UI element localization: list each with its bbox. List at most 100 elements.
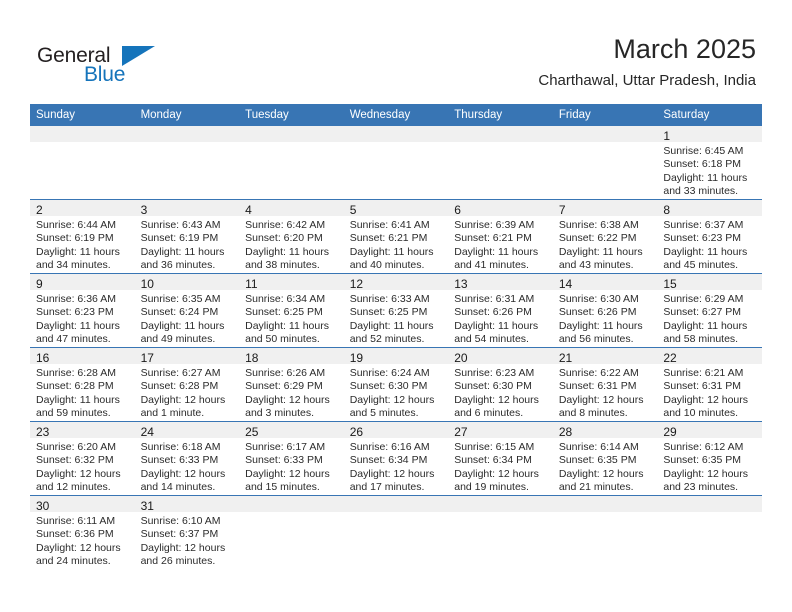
page-title: March 2025 [613, 34, 756, 64]
daylight-text: Daylight: 11 hours and 43 minutes. [558, 245, 643, 272]
weekday-header-thursday: Thursday [448, 104, 553, 126]
calendar-day-cell[interactable]: 20 Sunrise: 6:23 AM Sunset: 6:30 PM Dayligh… [448, 347, 553, 422]
sunset-text: Sunset: 6:31 PM [663, 380, 742, 393]
calendar-body: 1 Sunrise: 6:45 AM Sunset: 6:18 PM Daylight… [30, 126, 762, 569]
calendar-day-cell[interactable]: 6 Sunrise: 6:39 AM Sunset: 6:21 PM Daylight… [448, 199, 553, 274]
calendar-day-cell[interactable]: 31 Sunrise: 6:10 AM Sunset: 6:37 PM Dayligh… [134, 495, 240, 569]
day-details: Sunrise: 6:31 AM Sunset: 6:26 PM Daylight:… [448, 290, 553, 347]
day-details: Sunrise: 6:35 AM Sunset: 6:24 PM Daylight:… [135, 290, 240, 347]
calendar-day-cell[interactable]: 8 Sunrise: 6:37 AM Sunset: 6:23 PM Daylight… [657, 199, 762, 274]
sunset-text: Sunset: 6:20 PM [245, 232, 323, 245]
day-number: 30 [30, 496, 135, 513]
calendar-day-cell[interactable]: 7 Sunrise: 6:38 AM Sunset: 6:22 PM Daylight… [552, 199, 658, 274]
sunset-text: Sunset: 6:23 PM [36, 306, 114, 319]
calendar-day-cell[interactable]: 24 Sunrise: 6:18 AM Sunset: 6:33 PM Dayligh… [134, 421, 240, 496]
day-number: 28 [552, 422, 658, 439]
day-number: 4 [239, 200, 344, 217]
sunrise-text: Sunrise: 6:34 AM [245, 293, 326, 305]
calendar-day-cell[interactable]: 29 Sunrise: 6:12 AM Sunset: 6:35 PM Dayligh… [657, 421, 762, 496]
sunrise-text: Sunrise: 6:27 AM [140, 367, 221, 379]
day-number-placeholder [239, 126, 344, 142]
sunrise-text: Sunrise: 6:31 AM [454, 293, 535, 305]
day-details: Sunrise: 6:45 AM Sunset: 6:18 PM Daylight:… [657, 142, 762, 199]
calendar-week-row: 16 Sunrise: 6:28 AM Sunset: 6:28 PM Dayligh… [30, 347, 762, 422]
calendar-day-cell[interactable]: 26 Sunrise: 6:16 AM Sunset: 6:34 PM Dayligh… [343, 421, 449, 496]
day-number: 18 [239, 348, 344, 365]
daylight-text: Daylight: 11 hours and 45 minutes. [663, 245, 748, 272]
calendar-day-cell[interactable]: 21 Sunrise: 6:22 AM Sunset: 6:31 PM Dayligh… [552, 347, 658, 422]
daylight-text: Daylight: 12 hours and 8 minutes. [558, 393, 644, 420]
calendar-day-cell[interactable]: 12 Sunrise: 6:33 AM Sunset: 6:25 PM Dayligh… [343, 273, 449, 348]
calendar-day-cell[interactable]: 10 Sunrise: 6:35 AM Sunset: 6:24 PM Dayligh… [134, 273, 240, 348]
calendar-week-row: 2 Sunrise: 6:44 AM Sunset: 6:19 PM Daylight… [30, 199, 762, 274]
day-number-placeholder [343, 126, 449, 142]
daylight-text: Daylight: 12 hours and 1 minute. [140, 393, 226, 420]
weekday-header-row: Sunday Monday Tuesday Wednesday Thursday… [30, 104, 762, 126]
day-details: Sunrise: 6:28 AM Sunset: 6:28 PM Daylight:… [30, 364, 135, 421]
calendar-day-cell[interactable]: 16 Sunrise: 6:28 AM Sunset: 6:28 PM Dayligh… [30, 347, 135, 422]
calendar-day-cell[interactable]: 15 Sunrise: 6:29 AM Sunset: 6:27 PM Dayligh… [657, 273, 762, 348]
day-details: Sunrise: 6:10 AM Sunset: 6:37 PM Daylight:… [135, 512, 240, 569]
day-number: 23 [30, 422, 135, 439]
daylight-text: Daylight: 11 hours and 38 minutes. [245, 245, 329, 272]
calendar-day-cell[interactable]: 14 Sunrise: 6:30 AM Sunset: 6:26 PM Dayligh… [552, 273, 658, 348]
calendar-cell-empty [552, 495, 658, 569]
calendar-day-cell[interactable]: 11 Sunrise: 6:34 AM Sunset: 6:25 PM Dayligh… [239, 273, 344, 348]
sunset-text: Sunset: 6:33 PM [245, 454, 323, 467]
daylight-text: Daylight: 12 hours and 3 minutes. [245, 393, 330, 420]
calendar-day-cell[interactable]: 2 Sunrise: 6:44 AM Sunset: 6:19 PM Daylight… [30, 199, 135, 274]
day-number: 29 [657, 422, 762, 439]
day-number: 27 [448, 422, 553, 439]
calendar-day-cell[interactable]: 25 Sunrise: 6:17 AM Sunset: 6:33 PM Dayligh… [239, 421, 344, 496]
sunrise-text: Sunrise: 6:23 AM [454, 367, 535, 379]
day-details: Sunrise: 6:21 AM Sunset: 6:31 PM Daylight:… [657, 364, 762, 421]
calendar-cell-empty [134, 126, 240, 200]
calendar-day-cell[interactable]: 18 Sunrise: 6:26 AM Sunset: 6:29 PM Dayligh… [239, 347, 344, 422]
calendar-day-cell[interactable]: 30 Sunrise: 6:11 AM Sunset: 6:36 PM Dayligh… [30, 495, 135, 569]
day-number: 31 [134, 496, 240, 513]
day-details: Sunrise: 6:44 AM Sunset: 6:19 PM Daylight:… [30, 216, 135, 273]
day-details: Sunrise: 6:11 AM Sunset: 6:36 PM Daylight:… [30, 512, 135, 569]
calendar-day-cell[interactable]: 4 Sunrise: 6:42 AM Sunset: 6:20 PM Daylight… [239, 199, 344, 274]
calendar-day-cell[interactable]: 9 Sunrise: 6:36 AM Sunset: 6:23 PM Daylight… [30, 273, 135, 348]
sunrise-text: Sunrise: 6:43 AM [140, 219, 221, 231]
day-number: 9 [30, 274, 135, 291]
calendar-cell-empty [343, 495, 449, 569]
sunrise-text: Sunrise: 6:38 AM [558, 219, 639, 231]
daylight-text: Daylight: 11 hours and 47 minutes. [36, 319, 120, 346]
day-details: Sunrise: 6:14 AM Sunset: 6:35 PM Daylight:… [553, 438, 658, 495]
day-details: Sunrise: 6:12 AM Sunset: 6:35 PM Daylight:… [657, 438, 762, 495]
sunrise-text: Sunrise: 6:44 AM [36, 219, 116, 231]
calendar-day-cell[interactable]: 17 Sunrise: 6:27 AM Sunset: 6:28 PM Dayligh… [134, 347, 240, 422]
sunset-text: Sunset: 6:26 PM [558, 306, 637, 319]
calendar-day-cell[interactable]: 5 Sunrise: 6:41 AM Sunset: 6:21 PM Daylight… [343, 199, 449, 274]
sunrise-text: Sunrise: 6:10 AM [140, 515, 221, 527]
calendar-cell-empty [448, 126, 553, 200]
general-blue-logo[interactable]: General Blue [37, 44, 167, 92]
weekday-header-friday: Friday [552, 104, 658, 126]
calendar-day-cell[interactable]: 23 Sunrise: 6:20 AM Sunset: 6:32 PM Dayligh… [30, 421, 135, 496]
calendar-day-cell[interactable]: 3 Sunrise: 6:43 AM Sunset: 6:19 PM Daylight… [134, 199, 240, 274]
daylight-text: Daylight: 11 hours and 52 minutes. [349, 319, 434, 346]
calendar-day-cell[interactable]: 13 Sunrise: 6:31 AM Sunset: 6:26 PM Dayligh… [448, 273, 553, 348]
day-details: Sunrise: 6:43 AM Sunset: 6:19 PM Daylight:… [135, 216, 240, 273]
day-details: Sunrise: 6:30 AM Sunset: 6:26 PM Daylight:… [553, 290, 658, 347]
calendar-day-cell[interactable]: 28 Sunrise: 6:14 AM Sunset: 6:35 PM Dayligh… [552, 421, 658, 496]
day-number: 14 [552, 274, 658, 291]
sunset-text: Sunset: 6:21 PM [349, 232, 428, 245]
sunset-text: Sunset: 6:35 PM [558, 454, 637, 467]
calendar-day-cell[interactable]: 22 Sunrise: 6:21 AM Sunset: 6:31 PM Dayligh… [657, 347, 762, 422]
calendar-day-cell[interactable]: 1 Sunrise: 6:45 AM Sunset: 6:18 PM Daylight… [657, 126, 762, 200]
sunrise-text: Sunrise: 6:45 AM [663, 145, 744, 157]
calendar-day-cell[interactable]: 27 Sunrise: 6:15 AM Sunset: 6:34 PM Dayligh… [448, 421, 553, 496]
sunrise-text: Sunrise: 6:20 AM [36, 441, 116, 453]
day-number: 12 [343, 274, 449, 291]
weekday-header-sunday: Sunday [30, 104, 135, 126]
day-details: Sunrise: 6:17 AM Sunset: 6:33 PM Daylight:… [239, 438, 344, 495]
sunset-text: Sunset: 6:32 PM [36, 454, 114, 467]
sunset-text: Sunset: 6:34 PM [454, 454, 532, 467]
calendar-cell-empty [239, 126, 344, 200]
calendar-day-cell[interactable]: 19 Sunrise: 6:24 AM Sunset: 6:30 PM Dayligh… [343, 347, 449, 422]
day-details: Sunrise: 6:36 AM Sunset: 6:23 PM Daylight:… [30, 290, 135, 347]
day-number: 15 [657, 274, 762, 291]
